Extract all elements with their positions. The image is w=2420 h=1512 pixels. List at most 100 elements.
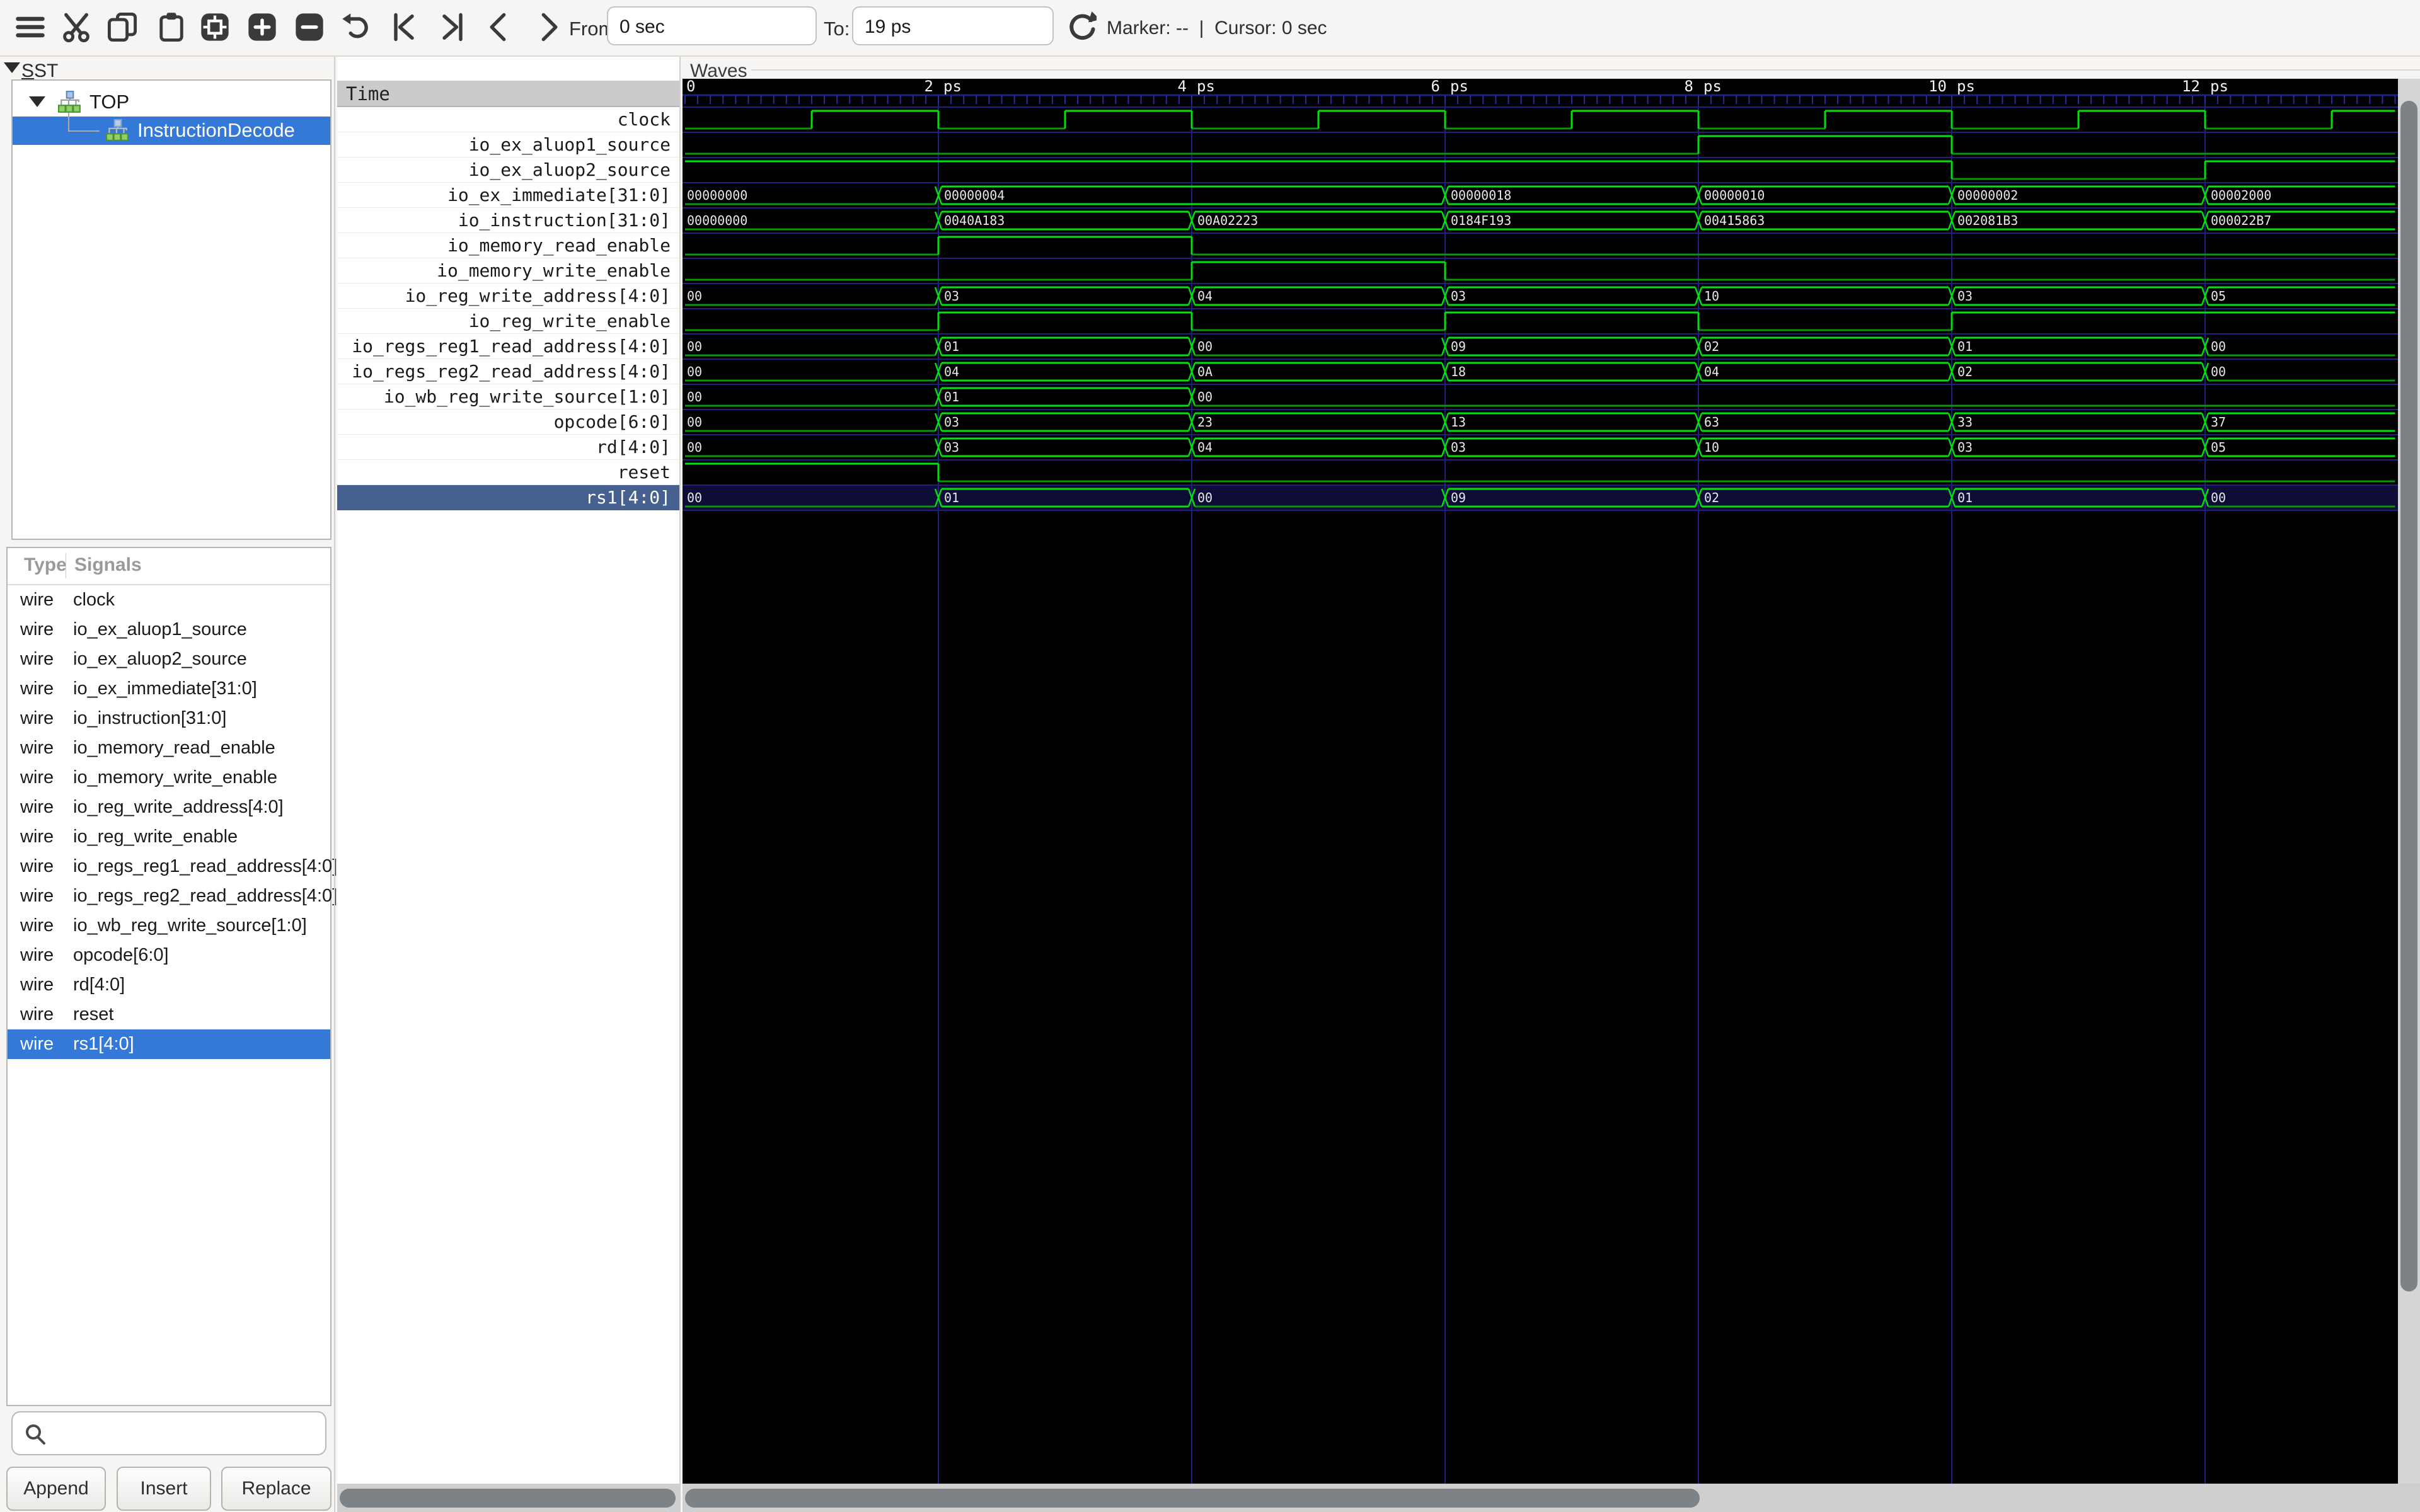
goto-end-button[interactable] [435, 10, 470, 45]
signal-list-item[interactable]: io_memory_read_enable [337, 233, 679, 258]
svg-text:00: 00 [1197, 389, 1213, 404]
table-row[interactable]: wireio_instruction[31:0] [8, 704, 330, 733]
column-header-signals[interactable]: Signals [74, 554, 142, 576]
tree-node-top[interactable]: TOP [13, 88, 330, 117]
zoom-in-button[interactable] [245, 10, 280, 45]
svg-text:18: 18 [1451, 364, 1466, 379]
table-row[interactable]: wireio_wb_reg_write_source[1:0] [8, 911, 330, 941]
signal-list-item[interactable]: io_reg_write_enable [337, 309, 679, 334]
table-row[interactable]: wireio_memory_read_enable [8, 733, 330, 763]
signal-list-item[interactable]: io_ex_aluop2_source [337, 158, 679, 183]
marker-text: Marker: -- [1107, 18, 1189, 38]
table-row[interactable]: wirereset [8, 1000, 330, 1029]
signals-hscrollbar-track[interactable] [337, 1484, 679, 1512]
undo-button[interactable] [339, 10, 374, 45]
table-row[interactable]: wirerd[4:0] [8, 970, 330, 1000]
module-icon [58, 90, 82, 114]
append-button[interactable]: Append [6, 1467, 106, 1511]
waves-hscrollbar-track[interactable] [683, 1484, 2420, 1512]
table-row[interactable]: wireio_ex_aluop1_source [8, 615, 330, 644]
waves-hscrollbar-thumb[interactable] [685, 1489, 1700, 1508]
waveform-canvas[interactable]: 02ps4ps6ps8ps10ps12ps0000000000000004000… [683, 79, 2398, 1484]
signal-list-item[interactable]: io_regs_reg1_read_address[4:0] [337, 334, 679, 359]
table-row[interactable]: wireio_regs_reg2_read_address[4:0] [8, 881, 330, 911]
to-input[interactable]: 19 ps [852, 6, 1054, 45]
copy-button[interactable] [105, 10, 140, 45]
signal-list-item[interactable]: reset [337, 460, 679, 485]
signal-type: wire [20, 708, 54, 729]
top-expander-icon[interactable] [29, 96, 45, 107]
signal-list-item[interactable]: io_ex_immediate[31:0] [337, 183, 679, 208]
insert-button[interactable]: Insert [117, 1467, 211, 1511]
signal-type: wire [20, 767, 54, 788]
signal-name: io_ex_immediate[31:0] [73, 679, 257, 699]
svg-text:03: 03 [944, 415, 959, 430]
table-row[interactable]: wireio_regs_reg1_read_address[4:0] [8, 852, 330, 881]
svg-text:00000010: 00000010 [1704, 188, 1765, 203]
time-header[interactable]: Time [337, 81, 679, 107]
zoom-fit-button[interactable] [197, 10, 233, 45]
svg-text:37: 37 [2211, 415, 2226, 430]
signal-name: clock [73, 590, 115, 610]
table-row[interactable]: wireio_ex_aluop2_source [8, 644, 330, 674]
signal-type: wire [20, 975, 54, 995]
table-row[interactable]: wireio_reg_write_address[4:0] [8, 793, 330, 822]
svg-text:0: 0 [686, 79, 695, 95]
waves-vscrollbar-thumb[interactable] [2400, 101, 2417, 1292]
replace-button[interactable]: Replace [221, 1467, 331, 1511]
goto-start-button[interactable] [386, 10, 422, 45]
from-input[interactable]: 0 sec [607, 6, 817, 45]
to-value: 19 ps [865, 16, 911, 37]
signal-list-item[interactable]: clock [337, 107, 679, 132]
table-row[interactable]: wireio_memory_write_enable [8, 763, 330, 793]
cut-button[interactable] [59, 10, 94, 45]
zoom-out-icon [293, 11, 326, 43]
signal-type: wire [20, 827, 54, 847]
table-row[interactable]: wirers1[4:0] [8, 1029, 330, 1059]
step-left-button[interactable] [481, 10, 516, 45]
signals-hscrollbar-thumb[interactable] [340, 1489, 676, 1508]
signal-list-item[interactable]: opcode[6:0] [337, 410, 679, 435]
menu-button[interactable] [13, 10, 48, 45]
table-row[interactable]: wireclock [8, 585, 330, 615]
signal-list-item[interactable]: io_regs_reg2_read_address[4:0] [337, 359, 679, 384]
waves-vscrollbar-track[interactable] [2398, 79, 2420, 1484]
signal-type: wire [20, 738, 54, 759]
tree-branch-line [68, 113, 100, 132]
signal-list-item[interactable]: io_reg_write_address[4:0] [337, 284, 679, 309]
panel-divider-left[interactable] [334, 57, 335, 1512]
signal-list-item[interactable]: io_ex_aluop1_source [337, 132, 679, 158]
step-right-button[interactable] [531, 10, 567, 45]
signal-list-item[interactable]: io_instruction[31:0] [337, 208, 679, 233]
signal-list-item[interactable]: io_memory_write_enable [337, 258, 679, 284]
svg-text:01: 01 [1957, 490, 1973, 505]
signal-list-item[interactable]: rs1[4:0] [337, 485, 679, 510]
reload-button[interactable] [1063, 10, 1098, 45]
svg-text:04: 04 [944, 364, 959, 379]
svg-text:00: 00 [2211, 339, 2226, 354]
svg-text:01: 01 [944, 339, 959, 354]
signal-list-item[interactable]: io_wb_reg_write_source[1:0] [337, 384, 679, 410]
svg-text:000022B7: 000022B7 [2211, 213, 2271, 228]
zoom-out-button[interactable] [292, 10, 327, 45]
signal-name: io_reg_write_enable [73, 827, 238, 847]
paste-button[interactable] [154, 10, 189, 45]
undo-arrow-icon [340, 11, 373, 43]
tree-node-selected-label: InstructionDecode [137, 119, 295, 142]
signal-list-item[interactable]: rd[4:0] [337, 435, 679, 460]
panel-divider-waves[interactable] [679, 57, 681, 1512]
signal-search-input[interactable] [11, 1411, 326, 1455]
table-row[interactable]: wireio_ex_immediate[31:0] [8, 674, 330, 704]
svg-text:01: 01 [1957, 339, 1973, 354]
sst-expander-icon[interactable] [4, 62, 20, 73]
svg-text:10: 10 [1704, 440, 1719, 455]
svg-text:00: 00 [687, 389, 702, 404]
svg-text:0184F193: 0184F193 [1451, 213, 1511, 228]
column-header-type[interactable]: Type [24, 554, 67, 576]
chevron-left-icon [482, 11, 515, 43]
table-row[interactable]: wireopcode[6:0] [8, 941, 330, 970]
signal-type: wire [20, 886, 54, 907]
tree-node-instructiondecode[interactable]: InstructionDecode [13, 117, 330, 145]
marker-cursor-separator: | [1199, 18, 1204, 38]
table-row[interactable]: wire io_reg_write_enable [8, 822, 330, 852]
